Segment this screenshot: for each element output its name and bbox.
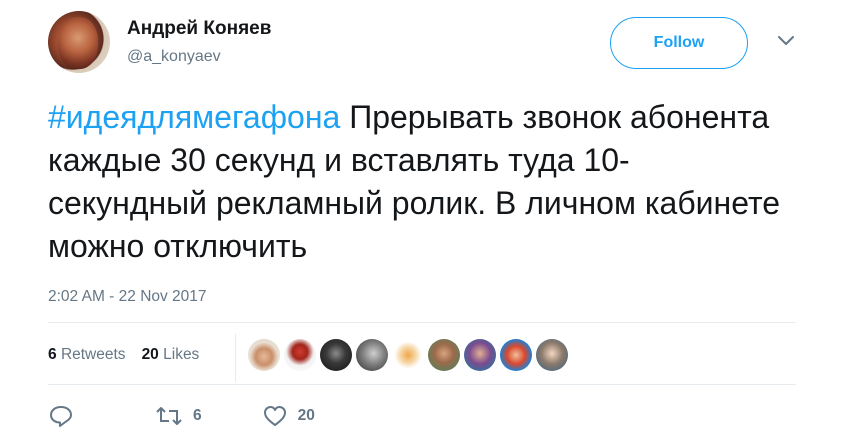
liker-avatar[interactable] [356, 339, 388, 371]
stats-separator [235, 334, 236, 382]
like-button[interactable]: 20 [262, 404, 315, 428]
tweet-timestamp[interactable]: 2:02 AM - 22 Nov 2017 [48, 288, 207, 306]
likes-stat[interactable]: 20 Likes [142, 346, 200, 364]
retweets-label: Retweets [60, 346, 126, 363]
retweet-button[interactable]: 6 [154, 404, 202, 428]
liker-avatar[interactable] [284, 339, 316, 371]
retweet-icon [156, 407, 182, 425]
author-handle[interactable]: @a_konyaev [127, 48, 221, 66]
like-count: 20 [297, 407, 315, 424]
tweet-text: #идеядлямегафона Прерывать звонок абонен… [48, 96, 788, 268]
avatar-face [58, 17, 98, 69]
liker-avatars [248, 339, 568, 371]
reply-icon [50, 406, 72, 427]
liker-avatar[interactable] [428, 339, 460, 371]
divider-bottom [48, 384, 796, 385]
retweet-count: 6 [193, 407, 202, 424]
liker-avatar[interactable] [500, 339, 532, 371]
retweets-stat[interactable]: 6 Retweets [48, 346, 126, 364]
reply-button[interactable] [48, 404, 74, 428]
liker-avatar[interactable] [464, 339, 496, 371]
author-name[interactable]: Андрей Коняев [127, 18, 271, 40]
follow-button[interactable]: Follow [610, 17, 748, 69]
liker-avatar[interactable] [320, 339, 352, 371]
hashtag-link[interactable]: #идеядлямегафона [48, 99, 340, 135]
divider-top [48, 322, 796, 323]
tweet-actions: 6 20 [48, 404, 315, 428]
likes-label: Likes [163, 346, 200, 363]
author-avatar[interactable] [48, 11, 110, 73]
tweet-stats: 6 Retweets 20 Likes [48, 346, 199, 364]
likes-count: 20 [141, 346, 159, 363]
heart-icon [263, 406, 286, 426]
chevron-down-icon[interactable] [775, 32, 797, 48]
liker-avatar[interactable] [536, 339, 568, 371]
liker-avatar[interactable] [392, 339, 424, 371]
retweets-count: 6 [48, 346, 57, 363]
liker-avatar[interactable] [248, 339, 280, 371]
